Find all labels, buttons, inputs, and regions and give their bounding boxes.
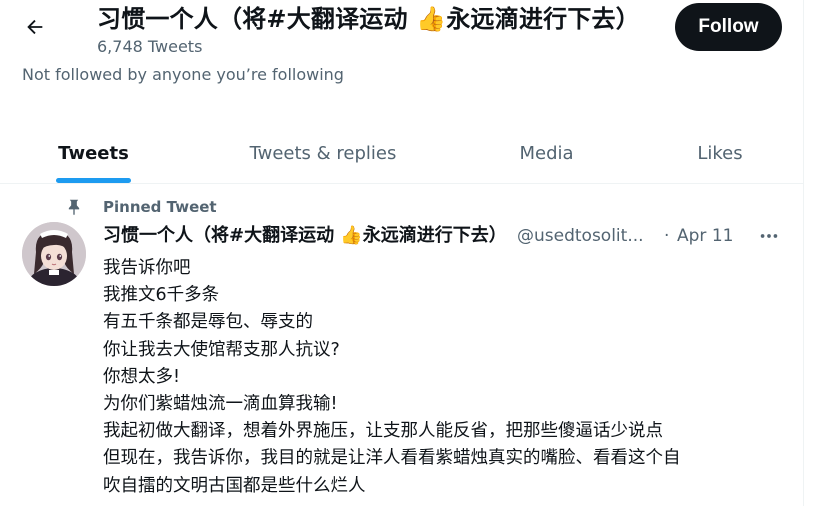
follow-button[interactable]: Follow: [675, 3, 782, 51]
more-options-button[interactable]: [754, 222, 784, 250]
more-horizontal-icon: [760, 234, 778, 238]
avatar-image: [22, 222, 86, 286]
followers-you-know-note: Not followed by anyone you’re following: [22, 65, 344, 84]
avatar[interactable]: [22, 222, 86, 286]
profile-name: 习惯一个人（将#大翻译运动 👍永远滴进行下去）: [97, 5, 640, 33]
meta-separator: ·: [664, 226, 670, 246]
profile-tabs: Tweets Tweets & replies Media Likes: [0, 124, 803, 184]
tweet-line: 为你们紫蜡烛流一滴血算我输!: [103, 394, 338, 415]
back-button[interactable]: [14, 6, 56, 48]
tweet-author-name[interactable]: 习惯一个人（将#大翻译运动 👍永远滴进行下去）: [103, 223, 509, 251]
tweet-date[interactable]: Apr 11: [677, 225, 733, 247]
tweet-line: 但现在，我告诉你，我目的就是让洋人看看紫蜡烛真实的嘴脸、看看这个自: [103, 448, 681, 469]
tweet-line: 我起初做大翻译，想着外界施压，让支那人能反省，把那些傻逼话少说点: [103, 421, 663, 442]
tab-likes[interactable]: Likes: [680, 124, 760, 183]
tweet-text: 我告诉你吧 我推文6千多条 有五千条都是辱包、辱支的 你让我去大使馆帮支那人抗议…: [103, 255, 793, 500]
active-tab-indicator: [56, 178, 131, 183]
tab-tweets[interactable]: Tweets: [40, 124, 147, 183]
column-divider: [803, 0, 804, 506]
tweet-line: 我告诉你吧: [103, 258, 191, 278]
tweet-count: 6,748 Tweets: [97, 37, 203, 56]
tweet-line: 有五千条都是辱包、辱支的: [103, 312, 313, 333]
tweet-line: 你让我去大使馆帮支那人抗议?: [103, 339, 340, 360]
arrow-left-icon: [27, 19, 43, 35]
tweet-author-handle[interactable]: @usedtosolit...: [517, 225, 655, 247]
profile-page: 习惯一个人（将#大翻译运动 👍永远滴进行下去） 6,748 Tweets Fol…: [0, 0, 831, 506]
pinned-tweet-label: Pinned Tweet: [103, 198, 217, 216]
tweet-line: 我推文6千多条: [103, 285, 220, 306]
tab-tweets-and-replies[interactable]: Tweets & replies: [230, 124, 416, 183]
tweet-line: 你想太多!: [103, 366, 181, 387]
tweet-line: 吹自擂的文明古国都是些什么烂人: [103, 475, 366, 496]
pin-icon: [68, 199, 80, 216]
tab-media[interactable]: Media: [500, 124, 593, 183]
